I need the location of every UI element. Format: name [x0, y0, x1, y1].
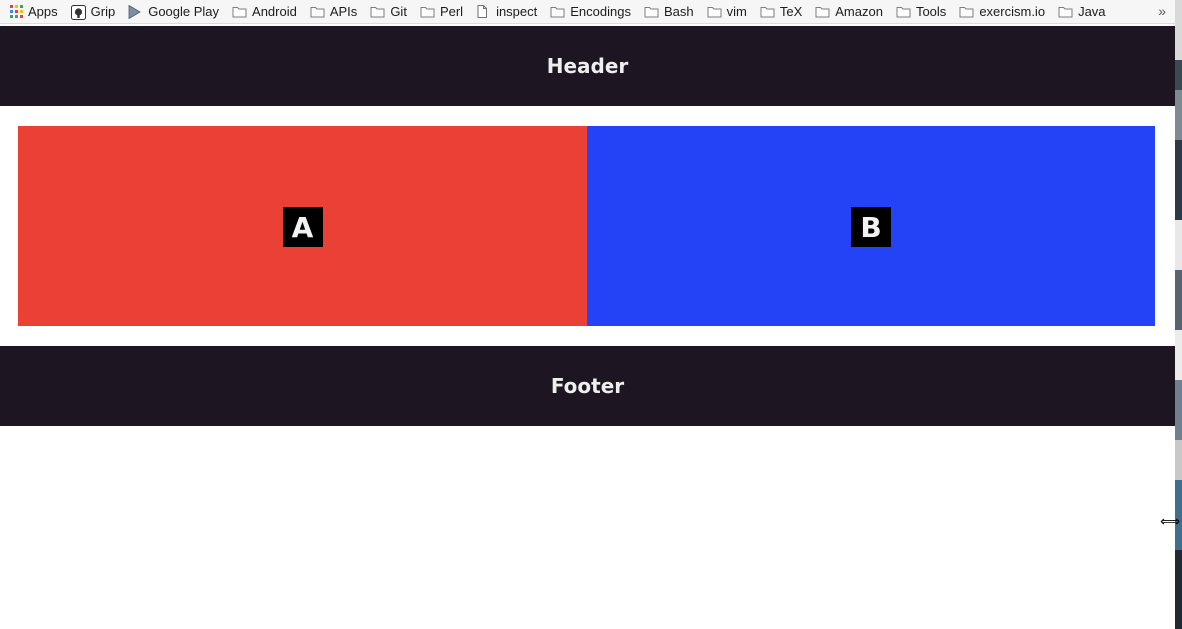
adjacent-window-edge: [1175, 0, 1182, 629]
bookmark-amazon[interactable]: Amazon: [815, 4, 883, 19]
folder-icon: [760, 5, 775, 18]
bookmark-android[interactable]: Android: [232, 4, 297, 19]
bookmark-label: Android: [252, 4, 297, 19]
bookmark-label: Google Play: [148, 4, 220, 19]
folder-icon: [420, 5, 435, 18]
folder-icon: [644, 5, 659, 18]
panel-a: A: [18, 126, 587, 326]
bookmark-vim[interactable]: vim: [707, 4, 747, 19]
bookmark-label: APIs: [329, 4, 358, 19]
panel-a-label: A: [282, 207, 323, 247]
bookmark-label: vim: [726, 4, 747, 19]
bookmark-label: Amazon: [835, 4, 883, 19]
resize-cursor-icon: ⟺: [1160, 514, 1181, 530]
bookmark-label: Git: [390, 4, 407, 19]
bookmark-git[interactable]: Git: [370, 4, 407, 19]
bookmark-label: TeX: [779, 4, 803, 19]
bookmark-label: Apps: [28, 4, 58, 19]
bookmark-google-play[interactable]: Google Play: [128, 4, 220, 20]
bookmark-encodings[interactable]: Encodings: [550, 4, 631, 19]
page-header: Header: [0, 26, 1175, 106]
bookmark-label: inspect: [496, 4, 538, 19]
bookmark-grip[interactable]: Grip: [70, 4, 116, 20]
bookmark-label: Bash: [663, 4, 694, 19]
file-icon: [476, 5, 491, 18]
bookmarks-overflow-chevron[interactable]: »: [1158, 3, 1166, 19]
google-play-icon: [128, 4, 143, 20]
bookmark-apis[interactable]: APIs: [310, 4, 357, 19]
bookmark-label: exercism.io: [979, 4, 1046, 19]
browser-viewport: Apps Grip Google Play Android APIs Git Perl ins…: [0, 0, 1182, 629]
folder-icon: [1058, 5, 1073, 18]
panel-b: B: [587, 126, 1155, 326]
apps-grid-icon: [10, 5, 23, 18]
bookmark-bash[interactable]: Bash: [644, 4, 694, 19]
bookmark-java[interactable]: Java: [1058, 4, 1106, 19]
bookmark-label: Tools: [915, 4, 947, 19]
header-title: Header: [546, 54, 629, 78]
folder-icon: [310, 5, 325, 18]
footer-title: Footer: [550, 374, 625, 398]
bookmark-label: Grip: [90, 4, 116, 19]
bookmark-inspect[interactable]: inspect: [476, 4, 537, 19]
folder-icon: [815, 5, 830, 18]
bookmark-exercism-io[interactable]: exercism.io: [959, 4, 1045, 19]
bookmark-perl[interactable]: Perl: [420, 4, 463, 19]
folder-icon: [550, 5, 565, 18]
folder-icon: [707, 5, 722, 18]
bookmark-apps[interactable]: Apps: [10, 4, 58, 19]
main-content: A B: [18, 126, 1155, 326]
bookmark-label: Perl: [439, 4, 464, 19]
bookmark-tex[interactable]: TeX: [760, 4, 802, 19]
panel-b-label: B: [851, 207, 891, 247]
github-icon: [70, 5, 86, 20]
folder-icon: [370, 5, 385, 18]
bookmarks-bar: Apps Grip Google Play Android APIs Git Perl ins…: [0, 0, 1175, 24]
bookmark-tools[interactable]: Tools: [896, 4, 946, 19]
folder-icon: [232, 5, 247, 18]
folder-icon: [896, 5, 911, 18]
bookmark-label: Java: [1078, 4, 1106, 19]
page-footer: Footer: [0, 346, 1175, 426]
bookmark-label: Encodings: [570, 4, 631, 19]
folder-icon: [959, 5, 974, 18]
